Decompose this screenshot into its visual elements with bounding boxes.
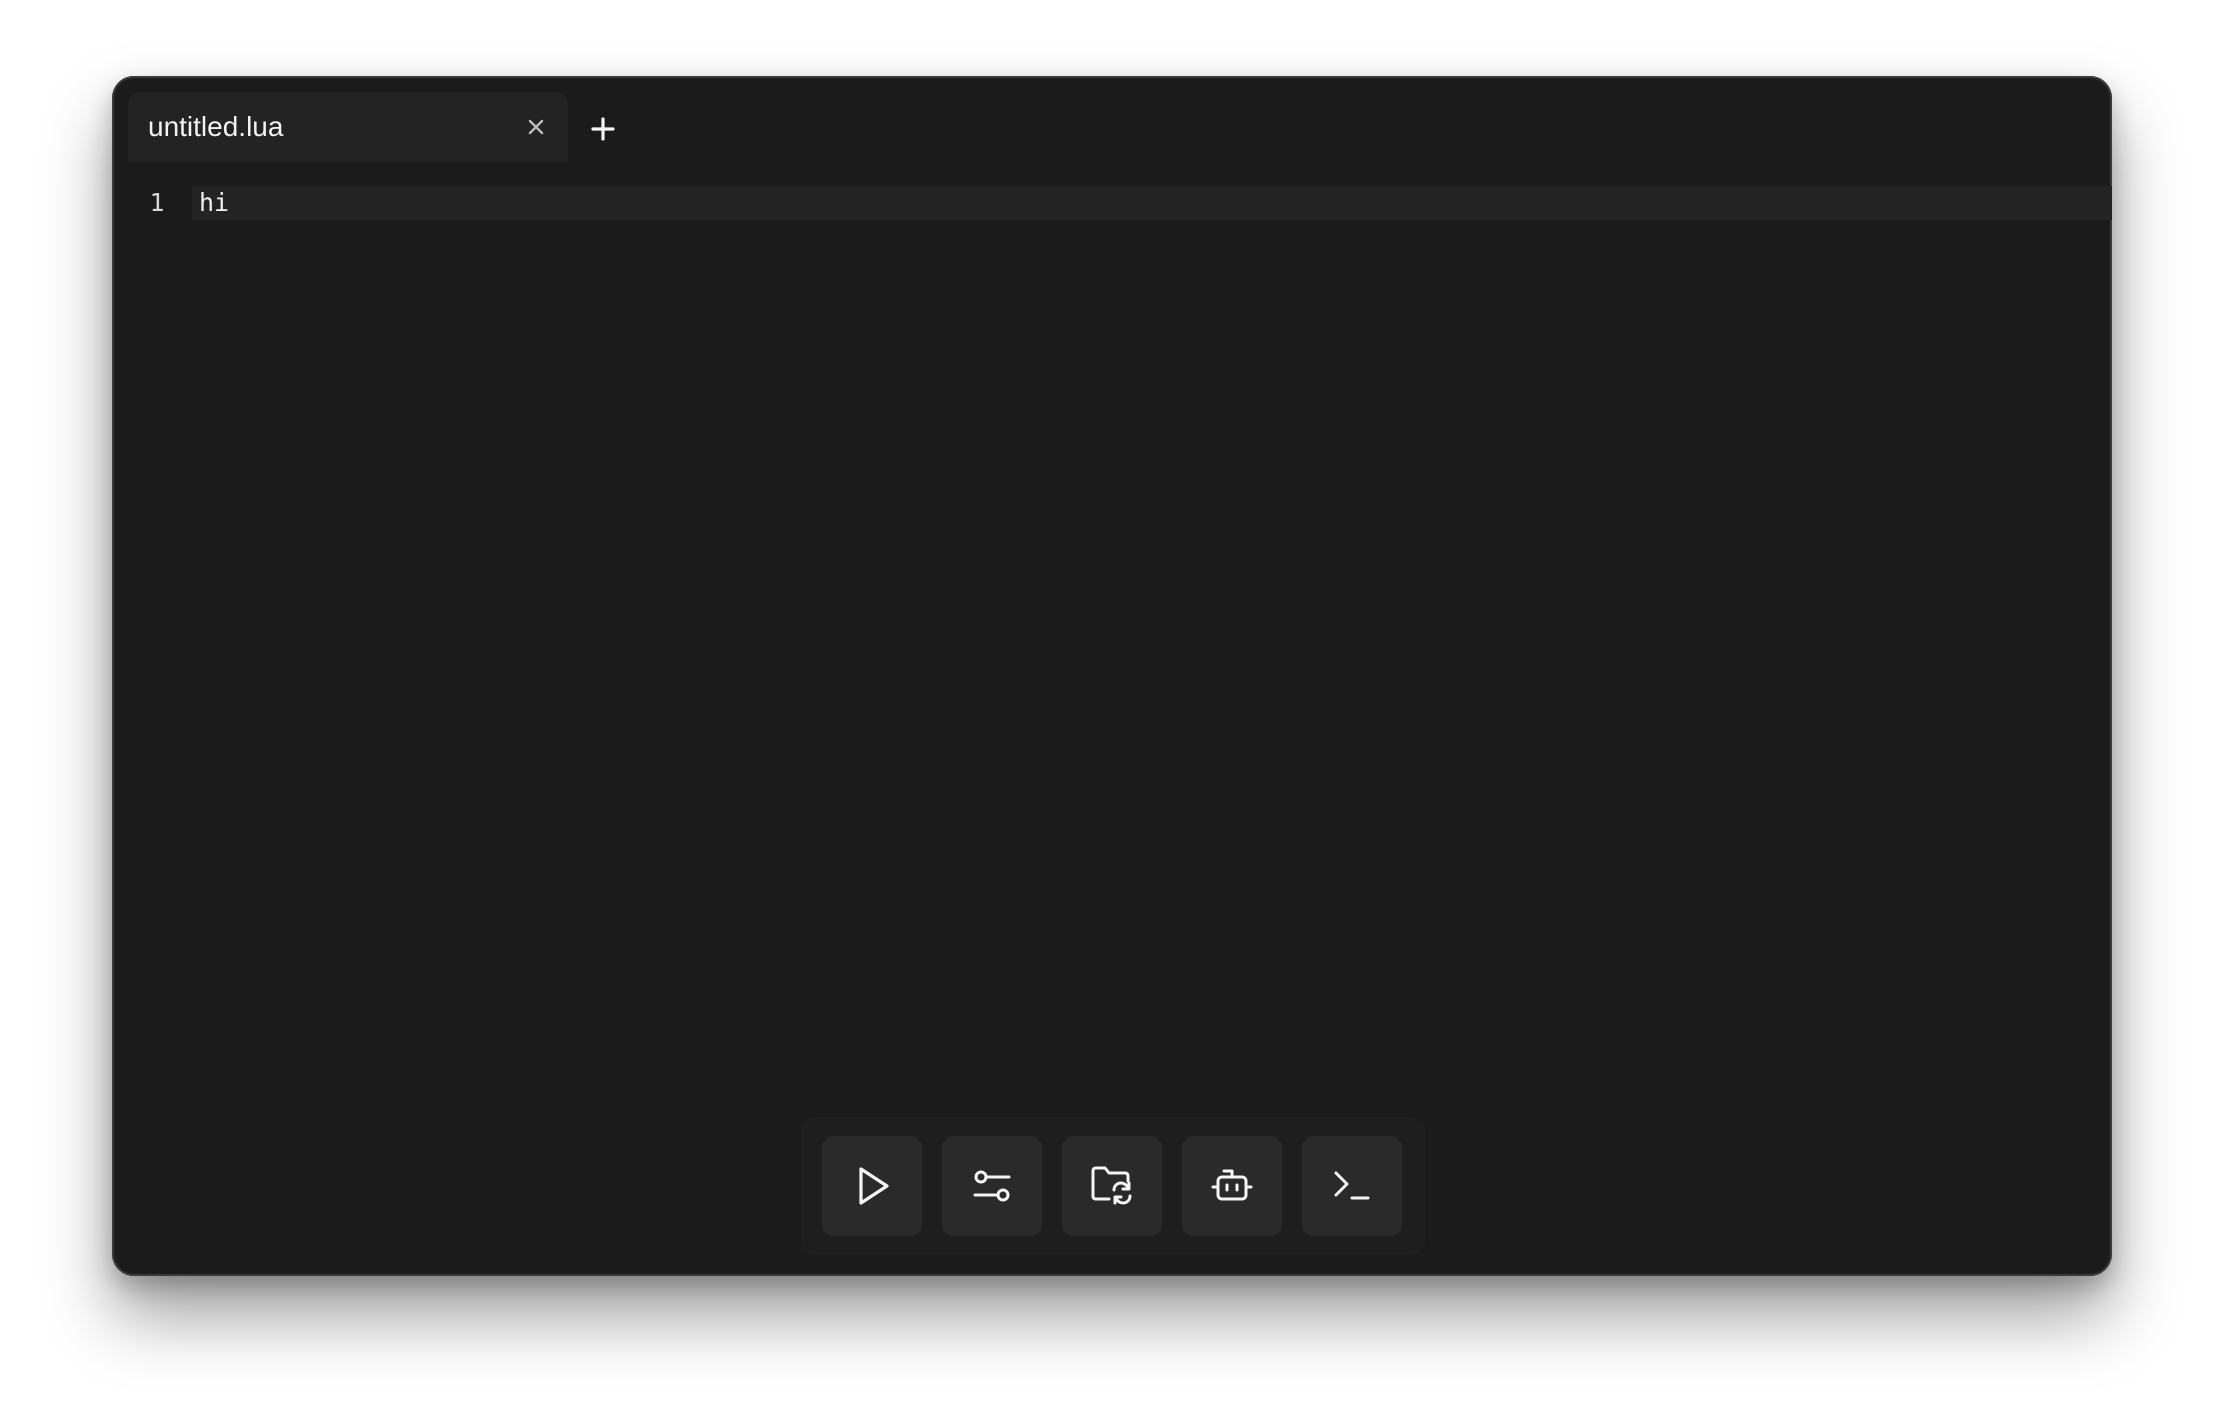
tab-label: untitled.lua	[148, 111, 284, 142]
editor-line[interactable]: 1 hi	[112, 186, 2112, 220]
current-line-highlight	[192, 186, 2112, 220]
bottom-toolbar	[802, 1118, 1424, 1254]
close-icon[interactable]	[518, 109, 554, 145]
code-editor[interactable]: 1 hi	[112, 186, 2112, 1276]
terminal-icon	[1327, 1161, 1377, 1211]
plus-icon[interactable]	[578, 104, 628, 154]
folder-sync-icon	[1087, 1161, 1137, 1211]
line-code[interactable]: hi	[199, 186, 229, 220]
play-icon	[849, 1163, 895, 1209]
tab-bar: untitled.lua	[112, 76, 2112, 172]
robot-icon	[1207, 1161, 1257, 1211]
settings-button[interactable]	[942, 1136, 1042, 1236]
line-number: 1	[149, 188, 165, 217]
editor-window: untitled.lua 1 hi	[112, 76, 2112, 1276]
assistant-button[interactable]	[1182, 1136, 1282, 1236]
terminal-button[interactable]	[1302, 1136, 1402, 1236]
run-button[interactable]	[822, 1136, 922, 1236]
tab-untitled-lua[interactable]: untitled.lua	[128, 92, 568, 162]
folder-sync-button[interactable]	[1062, 1136, 1162, 1236]
sliders-icon	[969, 1163, 1015, 1209]
